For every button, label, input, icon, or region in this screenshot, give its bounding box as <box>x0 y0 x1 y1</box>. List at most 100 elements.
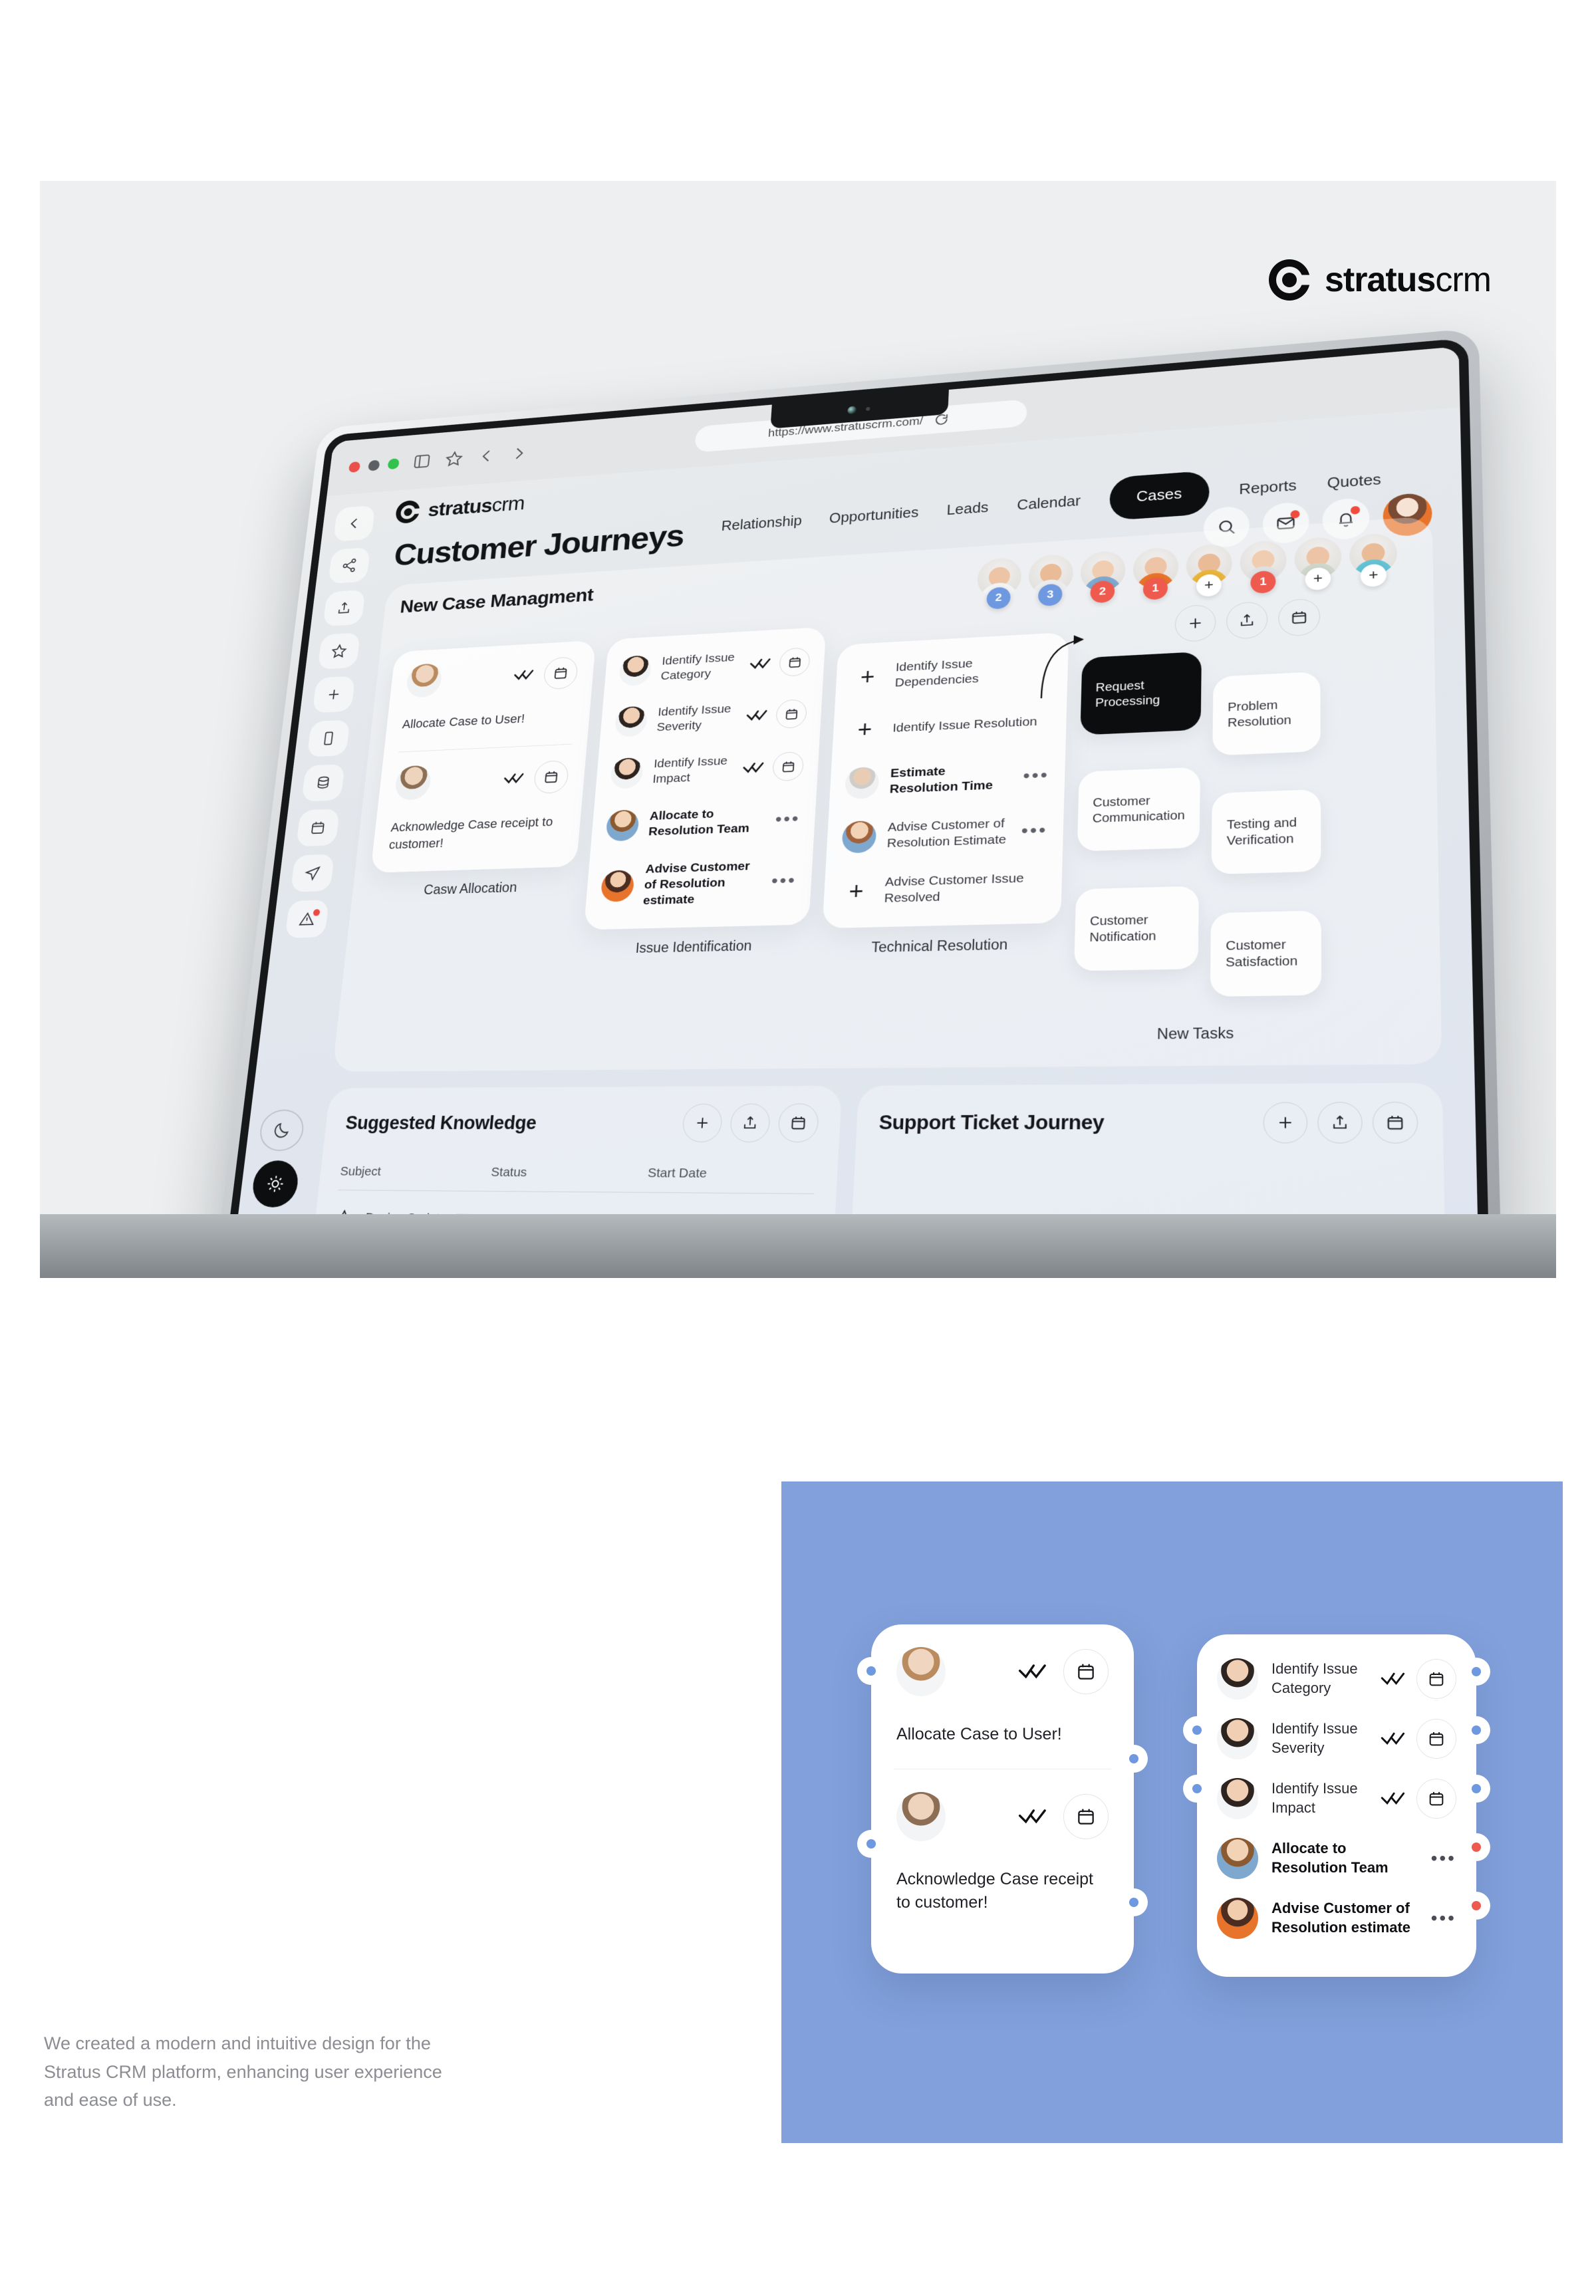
detail-task-row[interactable]: Identify Issue Impact <box>1197 1769 1476 1829</box>
calendar-icon[interactable] <box>1416 1779 1456 1819</box>
upload-icon[interactable] <box>1226 600 1268 640</box>
avatar-add-member[interactable]: + <box>1347 532 1400 588</box>
calendar-icon[interactable] <box>778 647 811 677</box>
calendar-icon[interactable] <box>1416 1659 1456 1699</box>
calendar-icon[interactable] <box>775 699 808 729</box>
sidebar-item-calendar[interactable] <box>296 809 340 847</box>
more-options-icon[interactable]: ••• <box>1431 1849 1456 1868</box>
calendar-icon[interactable] <box>771 751 805 782</box>
calendar-icon[interactable] <box>533 759 570 794</box>
sidebar-toggle-icon[interactable] <box>412 452 432 471</box>
avatar-with-badge[interactable]: 1 <box>1237 539 1289 594</box>
detail-task-row[interactable]: Identify Issue Severity <box>1197 1709 1476 1769</box>
double-check-icon <box>745 709 768 722</box>
nav-cases[interactable]: Cases <box>1109 470 1210 521</box>
window-traffic-lights[interactable] <box>348 457 400 473</box>
task-row[interactable]: Allocate to Resolution Team ••• <box>591 792 817 853</box>
board-actions <box>1083 598 1321 647</box>
add-icon[interactable] <box>681 1103 724 1142</box>
calendar-icon[interactable] <box>1372 1101 1418 1144</box>
avatar-with-badge[interactable]: 2 <box>1077 550 1129 604</box>
detail-task-row[interactable]: Identify Issue Category <box>1197 1649 1476 1709</box>
avatar <box>896 1647 946 1696</box>
task-row[interactable]: Advise Customer of Resolution Estimate •… <box>826 803 1064 865</box>
bookmark-star-icon[interactable] <box>444 449 464 468</box>
maximize-window-button[interactable] <box>387 457 400 469</box>
add-task-icon[interactable]: + <box>847 713 882 746</box>
avatar-add-member[interactable]: + <box>1292 536 1345 591</box>
more-options-icon[interactable]: ••• <box>1431 1909 1456 1928</box>
task-tile-problem-resolution[interactable]: Problem Resolution <box>1212 671 1321 756</box>
sidebar-item-tablet[interactable] <box>307 719 350 757</box>
sidebar-item-upload[interactable] <box>323 589 366 627</box>
add-task-icon[interactable]: + <box>839 875 874 908</box>
task-row[interactable]: Identify Issue Severity <box>599 686 823 749</box>
stratuscrm-logo: stratuscrm <box>1268 259 1492 301</box>
avatar-badge[interactable]: + <box>1305 567 1331 591</box>
panel-title: Support Ticket Journey <box>878 1110 1105 1134</box>
more-options-icon[interactable]: ••• <box>1021 821 1048 841</box>
nav-quotes[interactable]: Quotes <box>1327 471 1381 492</box>
avatar-add-member[interactable]: + <box>1183 543 1235 598</box>
avatar-with-badge[interactable]: 2 <box>974 557 1024 610</box>
minimize-window-button[interactable] <box>368 459 380 471</box>
forward-chevron-icon[interactable] <box>509 444 529 463</box>
add-icon[interactable] <box>1174 604 1216 643</box>
calendar-icon[interactable] <box>1063 1794 1109 1839</box>
task-tile-request-processing[interactable]: Request Processing <box>1080 651 1202 735</box>
nav-reports[interactable]: Reports <box>1239 477 1297 498</box>
avatar-badge[interactable]: + <box>1196 573 1222 598</box>
sidebar-item-alerts[interactable] <box>285 900 329 938</box>
detail-card-row[interactable]: Acknowledge Case receipt to customer! <box>871 1769 1134 1937</box>
task-row[interactable]: Estimate Resolution Time ••• <box>829 747 1065 811</box>
calendar-icon[interactable] <box>1278 598 1321 637</box>
nav-opportunities[interactable]: Opportunities <box>829 505 919 527</box>
nav-calendar[interactable]: Calendar <box>1017 493 1081 514</box>
project-description-caption: We created a modern and intuitive design… <box>44 2033 442 2110</box>
double-check-icon <box>1381 1672 1405 1686</box>
light-mode-toggle[interactable] <box>250 1160 301 1208</box>
task-row[interactable]: Advise Customer of Resolution estimate •… <box>585 846 813 922</box>
task-row[interactable]: Identify Issue Impact <box>595 739 819 801</box>
panel-title: Suggested Knowledge <box>344 1112 537 1134</box>
board-card[interactable]: Allocate Case to User! <box>384 640 596 753</box>
calendar-icon[interactable] <box>777 1103 820 1143</box>
detail-task-row[interactable]: Advise Customer of Resolution estimate •… <box>1197 1888 1476 1948</box>
sidebar-item-back[interactable] <box>333 505 376 542</box>
upload-icon[interactable] <box>729 1103 771 1143</box>
avatar-badge[interactable]: + <box>1360 563 1387 588</box>
calendar-icon[interactable] <box>1063 1649 1109 1694</box>
avatar <box>844 766 880 800</box>
sidebar-item-star[interactable] <box>317 632 360 670</box>
nav-relationship[interactable]: Relationship <box>721 513 803 535</box>
sidebar-item-send[interactable] <box>290 854 334 892</box>
avatar-badge: 1 <box>1142 576 1168 600</box>
task-tile-customer-communication[interactable]: Customer Communication <box>1077 767 1200 852</box>
task-tile-customer-notification[interactable]: Customer Notification <box>1074 886 1199 971</box>
task-tile-customer-satisfaction[interactable]: Customer Satisfaction <box>1210 910 1322 997</box>
nav-leads[interactable]: Leads <box>946 500 989 519</box>
more-options-icon[interactable]: ••• <box>1023 765 1049 786</box>
task-row[interactable]: + Advise Customer Issue Resolved <box>823 858 1063 920</box>
avatar-with-badge[interactable]: 1 <box>1130 546 1181 600</box>
back-chevron-icon[interactable] <box>476 447 496 465</box>
dark-mode-toggle[interactable] <box>257 1109 306 1152</box>
close-window-button[interactable] <box>348 461 361 473</box>
detail-task-row[interactable]: Allocate to Resolution Team ••• <box>1197 1829 1476 1888</box>
add-icon[interactable] <box>1263 1102 1308 1144</box>
add-task-icon[interactable]: + <box>851 661 885 694</box>
board-card[interactable]: Acknowledge Case receipt to customer! <box>370 743 587 873</box>
sidebar-item-database[interactable] <box>301 763 345 802</box>
upload-icon[interactable] <box>1317 1102 1363 1144</box>
calendar-icon[interactable] <box>1416 1719 1456 1759</box>
more-options-icon[interactable]: ••• <box>775 809 801 829</box>
detail-card-row[interactable]: Allocate Case to User! <box>871 1624 1134 1769</box>
task-row[interactable]: + Identify Issue Resolution <box>832 694 1067 757</box>
more-options-icon[interactable]: ••• <box>771 871 797 891</box>
calendar-icon[interactable] <box>543 656 579 690</box>
avatar-with-badge[interactable]: 3 <box>1025 553 1076 607</box>
sidebar-item-add[interactable] <box>312 676 356 713</box>
sidebar-item-share[interactable] <box>328 547 370 584</box>
task-tile-testing-and-verification[interactable]: Testing and Verification <box>1211 789 1321 875</box>
avatar <box>394 765 432 801</box>
